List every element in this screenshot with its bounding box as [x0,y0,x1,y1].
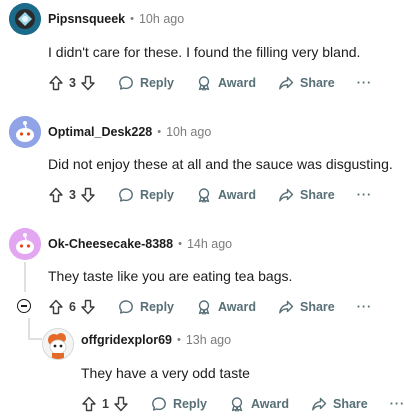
comment-bubble-icon [152,397,166,411]
award-button[interactable]: Award [196,187,256,203]
more-options-button[interactable]: ··· [357,300,373,314]
award-label: Award [251,397,289,411]
comment-bubble-icon [119,76,133,90]
vote-count: 3 [69,76,76,90]
username[interactable]: Optimal_Desk228 [48,125,152,139]
share-icon [279,76,294,90]
vote-count: 1 [102,397,109,411]
avatar[interactable] [9,228,41,260]
separator-dot: • [178,238,182,250]
more-options-button[interactable]: ··· [357,188,373,202]
comment-text: I didn't care for these. I found the fil… [48,44,361,60]
comment-text: Did not enjoy these at all and the sauce… [48,156,393,172]
thread-connector [28,318,30,340]
timestamp[interactable]: 10h ago [139,12,184,26]
username[interactable]: offgridexplor69 [81,333,172,347]
award-button[interactable]: Award [229,396,289,412]
upvote-icon[interactable] [48,75,64,91]
share-button[interactable]: Share [278,187,335,203]
upvote-icon[interactable] [81,396,97,412]
more-options-button[interactable]: ··· [357,76,373,90]
share-icon [312,397,327,411]
share-button[interactable]: Share [278,75,335,91]
award-icon [198,76,210,91]
thread-connector-horizontal [28,338,42,340]
downvote-icon[interactable] [113,396,129,412]
share-icon [279,188,294,202]
comment-actions: 3 Reply Award Share ··· [48,73,372,93]
award-button[interactable]: Award [196,75,256,91]
comment-actions: 6 Reply Award Share ··· [48,297,372,317]
share-button[interactable]: Share [278,299,335,315]
upvote-icon[interactable] [48,299,64,315]
award-label: Award [218,188,256,202]
downvote-icon[interactable] [80,75,96,91]
comment-actions: 1 Reply Award Share ··· [81,394,404,414]
share-label: Share [299,188,335,202]
award-label: Award [218,76,256,90]
award-icon [231,397,243,412]
more-options-button[interactable]: ··· [390,397,404,411]
comment-bubble-icon [119,188,133,202]
share-label: Share [332,397,368,411]
reply-button[interactable]: Reply [118,187,174,203]
reply-button[interactable]: Reply [118,75,174,91]
thread-line [24,262,26,292]
avatar[interactable] [9,3,41,35]
separator-dot: • [130,13,134,25]
award-icon [198,188,210,203]
share-icon [279,300,294,314]
award-icon [198,300,210,315]
timestamp[interactable]: 10h ago [166,125,211,139]
comment-text: They taste like you are eating tea bags. [48,268,293,284]
separator-dot: • [157,126,162,138]
downvote-icon[interactable] [80,187,96,203]
comment-text: They have a very odd taste [81,365,250,381]
reply-label: Reply [139,300,174,314]
timestamp[interactable]: 13h ago [186,333,231,347]
reply-label: Reply [139,188,174,202]
collapse-thread-button[interactable] [17,299,31,313]
avatar[interactable] [42,328,74,360]
award-label: Award [218,300,256,314]
reply-button[interactable]: Reply [118,299,174,315]
award-button[interactable]: Award [196,299,256,315]
comment-actions: 3 Reply Award Share ··· [48,185,372,205]
username[interactable]: Ok-Cheesecake-8388 [48,237,173,251]
avatar[interactable] [9,116,41,148]
reply-button[interactable]: Reply [151,396,207,412]
downvote-icon[interactable] [80,299,96,315]
upvote-icon[interactable] [48,187,64,203]
comment-bubble-icon [119,300,133,314]
share-label: Share [299,76,335,90]
reply-label: Reply [172,397,207,411]
share-label: Share [299,300,335,314]
separator-dot: • [177,334,181,346]
timestamp[interactable]: 14h ago [187,237,232,251]
vote-count: 6 [69,300,76,314]
vote-count: 3 [69,188,76,202]
username[interactable]: Pipsnsqueek [48,12,125,26]
reply-label: Reply [139,76,174,90]
share-button[interactable]: Share [311,396,368,412]
